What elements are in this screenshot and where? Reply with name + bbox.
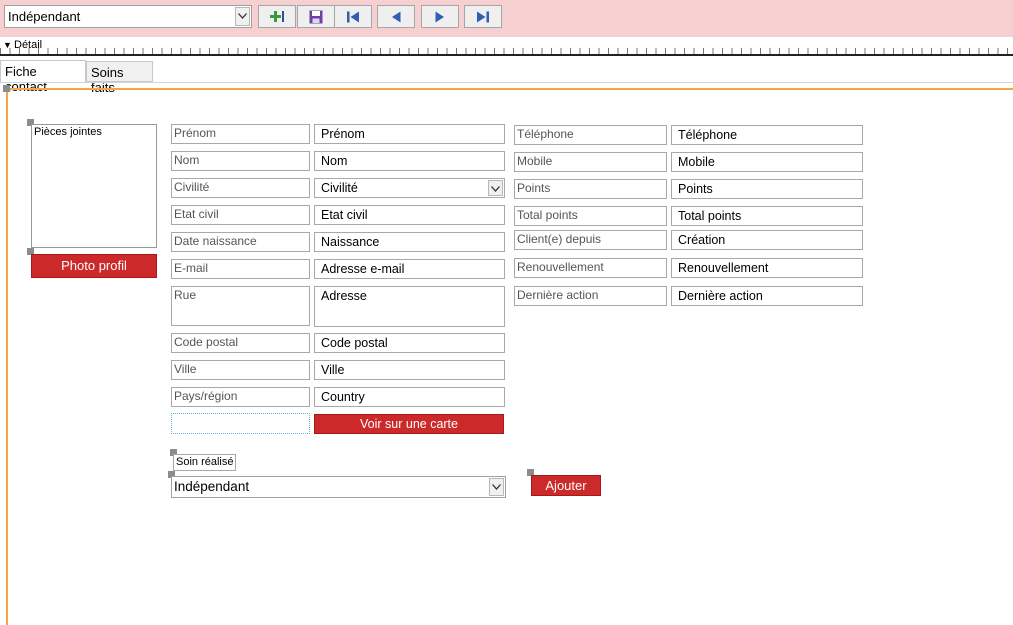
adresse-field[interactable]: Adresse bbox=[314, 286, 505, 327]
derniere-action-field[interactable]: Dernière action bbox=[671, 286, 863, 306]
chevron-down-icon[interactable] bbox=[488, 180, 503, 196]
tab-strip-divider bbox=[0, 82, 1013, 83]
record-filter-combo[interactable]: Indépendant bbox=[4, 5, 252, 28]
add-record-icon bbox=[270, 10, 284, 22]
renouvellement-field[interactable]: Renouvellement bbox=[671, 258, 863, 278]
telephone-field[interactable]: Téléphone bbox=[671, 125, 863, 145]
first-record-icon bbox=[347, 11, 359, 22]
record-filter-value: Indépendant bbox=[8, 9, 81, 24]
next-record-button[interactable] bbox=[421, 5, 459, 28]
attachments-box[interactable]: Pièces jointes bbox=[31, 124, 157, 248]
client-depuis-field[interactable]: Création bbox=[671, 230, 863, 250]
map-button[interactable]: Voir sur une carte bbox=[314, 414, 504, 434]
label-derniere-action: Dernière action bbox=[514, 286, 667, 306]
chevron-down-icon[interactable] bbox=[235, 7, 250, 26]
photo-profile-button[interactable]: Photo profil bbox=[31, 254, 157, 278]
label-email: E-mail bbox=[171, 259, 310, 279]
tab-fiche-contact[interactable]: Fiche contact bbox=[0, 60, 86, 94]
nom-field[interactable]: Nom bbox=[314, 151, 505, 171]
civilite-value: Civilité bbox=[321, 181, 358, 195]
soin-realise-value: Indépendant bbox=[174, 479, 250, 494]
add-record-button[interactable] bbox=[258, 5, 296, 28]
label-client-depuis: Client(e) depuis bbox=[514, 230, 667, 250]
previous-record-button[interactable] bbox=[377, 5, 415, 28]
design-surface-top-border bbox=[6, 88, 1013, 90]
save-icon bbox=[309, 10, 323, 23]
selection-handle[interactable] bbox=[3, 85, 10, 92]
attachments-label: Pièces jointes bbox=[34, 126, 102, 138]
mobile-field[interactable]: Mobile bbox=[671, 152, 863, 172]
label-nom: Nom bbox=[171, 151, 310, 171]
label-date-naissance: Date naissance bbox=[171, 232, 310, 252]
soin-realise-combo[interactable]: Indépendant bbox=[171, 476, 506, 498]
pays-field[interactable]: Country bbox=[314, 387, 505, 407]
ville-field[interactable]: Ville bbox=[314, 360, 505, 380]
last-record-button[interactable] bbox=[464, 5, 502, 28]
label-prenom: Prénom bbox=[171, 124, 310, 144]
previous-record-icon bbox=[392, 11, 401, 22]
label-points: Points bbox=[514, 179, 667, 199]
civilite-combo[interactable]: Civilité bbox=[314, 178, 505, 198]
label-code-postal: Code postal bbox=[171, 333, 310, 353]
email-field[interactable]: Adresse e-mail bbox=[314, 259, 505, 279]
code-postal-field[interactable]: Code postal bbox=[314, 333, 505, 353]
label-total-points: Total points bbox=[514, 206, 667, 226]
prenom-field[interactable]: Prénom bbox=[314, 124, 505, 144]
soin-realise-label: Soin réalisé bbox=[173, 454, 237, 471]
design-surface-left-border bbox=[6, 88, 8, 625]
label-telephone: Téléphone bbox=[514, 125, 667, 145]
add-soin-button[interactable]: Ajouter bbox=[531, 475, 601, 496]
date-naissance-field[interactable]: Naissance bbox=[314, 232, 505, 252]
tab-label: Soins faits bbox=[91, 65, 124, 95]
points-field[interactable]: Points bbox=[671, 179, 863, 199]
save-record-button[interactable] bbox=[297, 5, 335, 28]
label-renouvellement: Renouvellement bbox=[514, 258, 667, 278]
label-ville: Ville bbox=[171, 360, 310, 380]
label-pays: Pays/région bbox=[171, 387, 310, 407]
label-rue: Rue bbox=[171, 286, 310, 326]
label-mobile: Mobile bbox=[514, 152, 667, 172]
label-civilite: Civilité bbox=[171, 178, 310, 198]
ruler-baseline bbox=[0, 54, 1013, 56]
etat-civil-field[interactable]: Etat civil bbox=[314, 205, 505, 225]
chevron-down-icon[interactable] bbox=[489, 478, 504, 496]
last-record-icon bbox=[477, 11, 489, 22]
label-etat-civil: Etat civil bbox=[171, 205, 310, 225]
total-points-field[interactable]: Total points bbox=[671, 206, 863, 226]
tab-soins-faits[interactable]: Soins faits bbox=[86, 61, 153, 95]
next-record-icon bbox=[435, 11, 444, 22]
empty-placeholder-control[interactable] bbox=[171, 413, 310, 434]
first-record-button[interactable] bbox=[334, 5, 372, 28]
